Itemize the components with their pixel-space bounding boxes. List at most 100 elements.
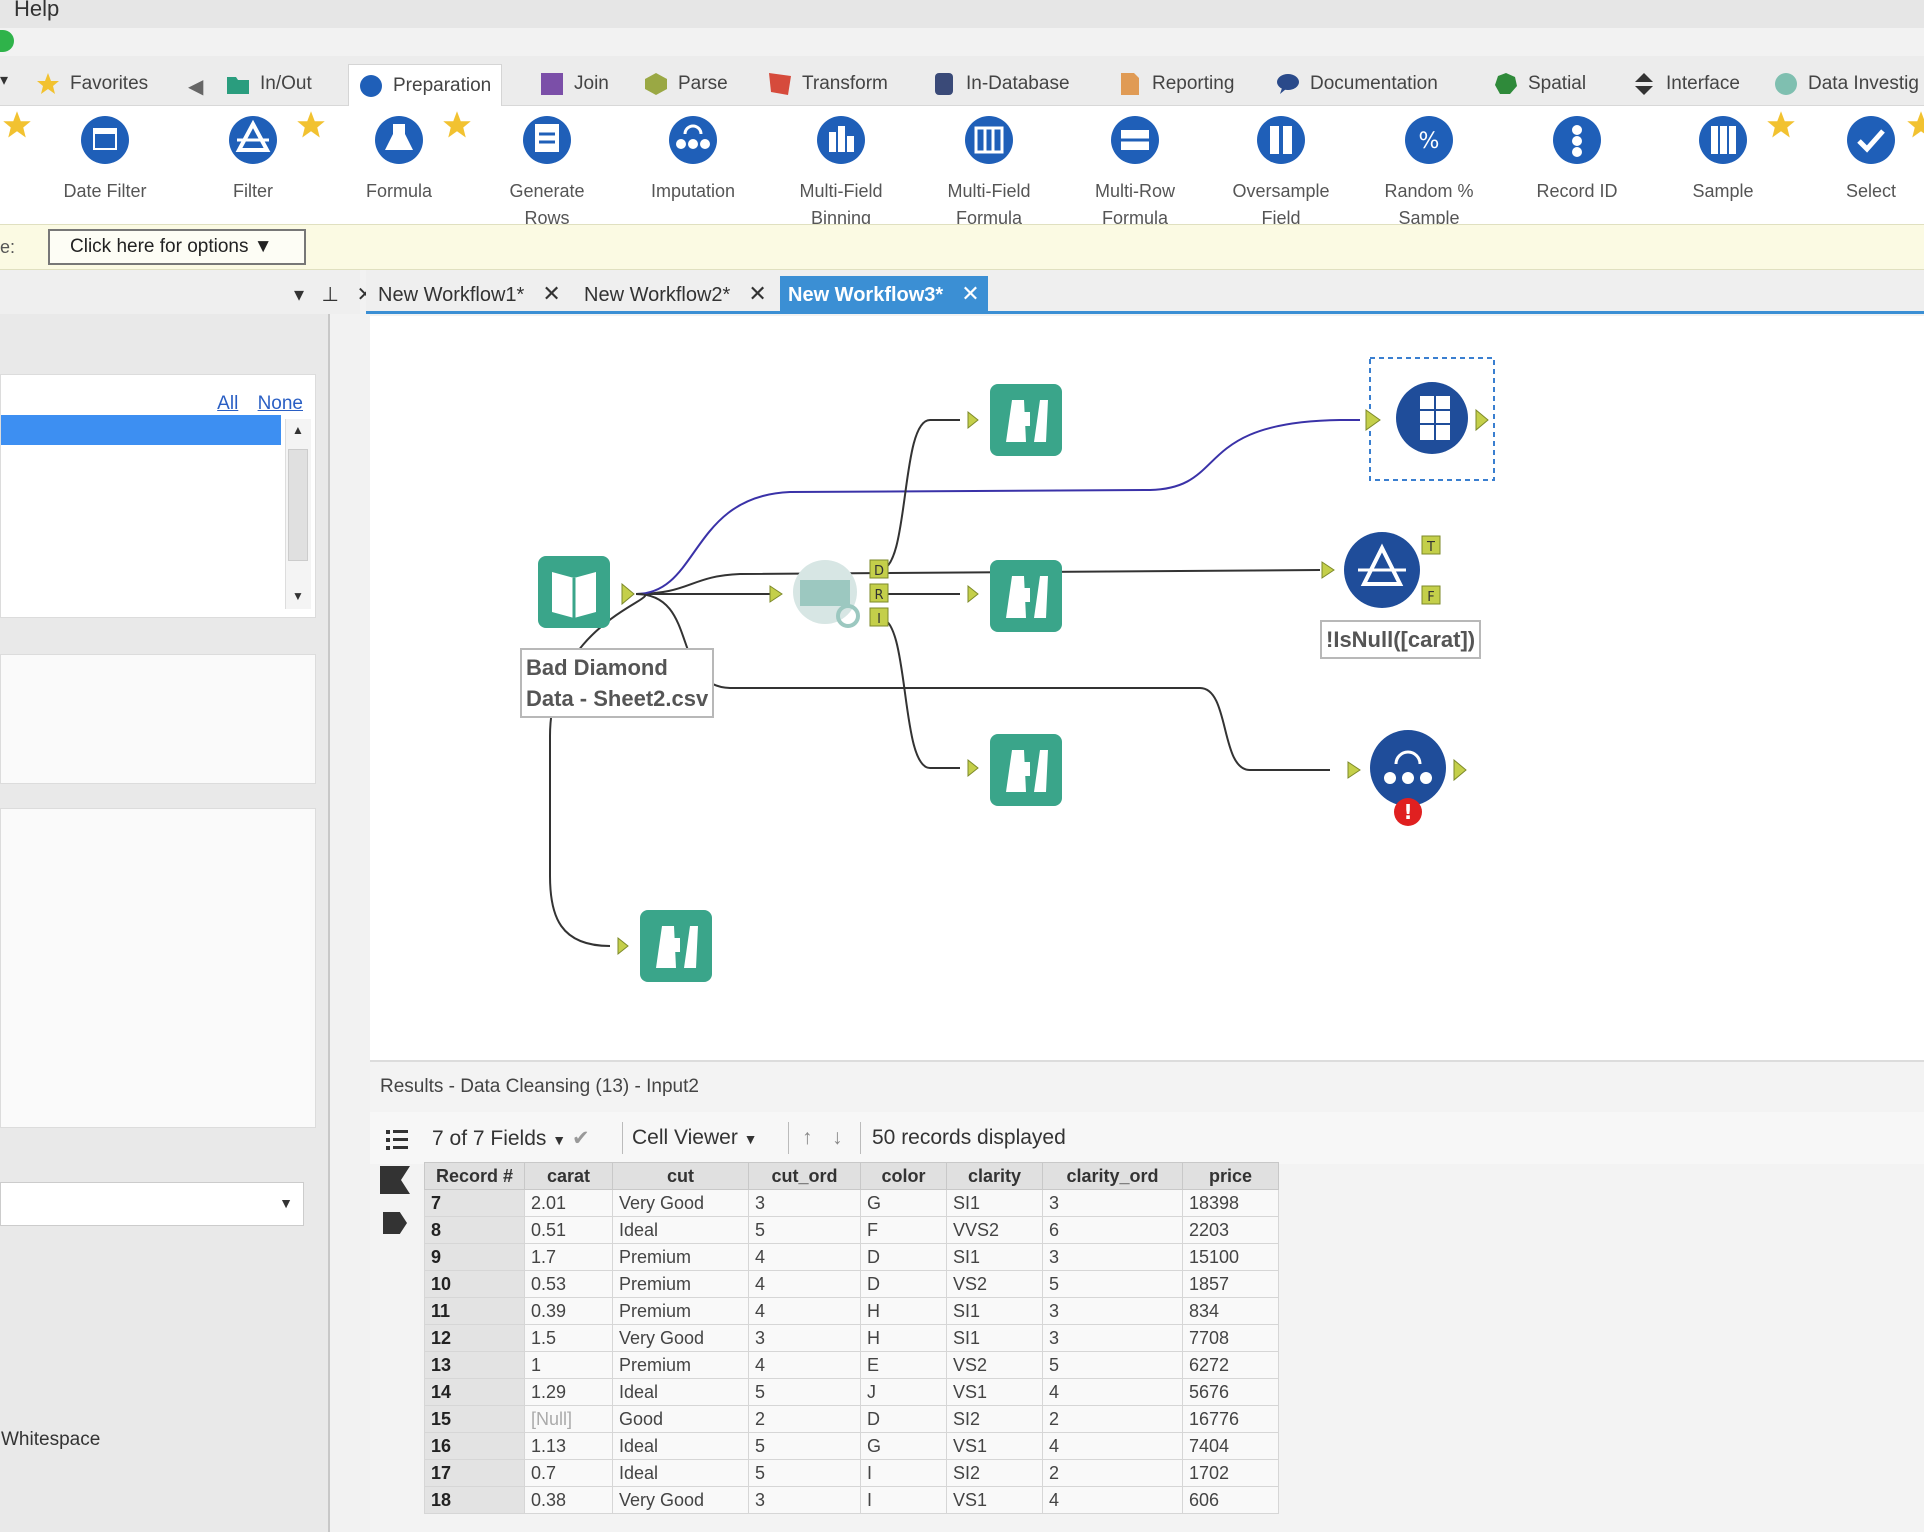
table-cell[interactable]: 1.7 <box>524 1243 613 1271</box>
record-number-cell[interactable]: 18 <box>424 1486 525 1514</box>
tab-new-workflow1[interactable]: New Workflow1* ✕ <box>370 276 569 312</box>
tool-select[interactable]: Select <box>1806 106 1924 205</box>
table-cell[interactable]: G <box>860 1432 947 1460</box>
table-cell[interactable]: D <box>860 1405 947 1433</box>
table-cell[interactable]: 1857 <box>1182 1270 1279 1298</box>
tab-new-workflow3[interactable]: New Workflow3* ✕ <box>780 276 988 312</box>
tab-transform[interactable]: Transform <box>758 64 898 104</box>
list-icon[interactable] <box>384 1124 410 1152</box>
table-row[interactable]: 14 1.29 Ideal 5 J VS1 4 5676 <box>424 1378 1279 1406</box>
record-number-cell[interactable]: 14 <box>424 1378 525 1406</box>
table-cell[interactable]: Premium <box>612 1243 749 1271</box>
table-cell[interactable]: 834 <box>1182 1297 1279 1325</box>
table-cell[interactable]: 606 <box>1182 1486 1279 1514</box>
column-header[interactable]: carat <box>524 1162 613 1190</box>
table-cell[interactable]: 4 <box>1042 1432 1183 1460</box>
table-cell[interactable]: 18398 <box>1182 1189 1279 1217</box>
panel-dropdown[interactable]: ▼ <box>0 1182 304 1226</box>
table-cell[interactable]: VS1 <box>946 1486 1043 1514</box>
table-cell[interactable]: 3 <box>1042 1189 1183 1217</box>
tool-multi-field-binning[interactable]: Multi-Field Binning <box>776 106 906 232</box>
record-number-cell[interactable]: 17 <box>424 1459 525 1487</box>
table-cell[interactable]: H <box>860 1324 947 1352</box>
sort-ascending-icon[interactable]: ↑ <box>802 1126 813 1150</box>
tool-random-sample[interactable]: % Random % Sample <box>1364 106 1494 232</box>
table-row[interactable]: 15 [Null] Good 2 D SI2 2 16776 <box>424 1405 1279 1433</box>
tab-in-out[interactable]: In/Out <box>216 64 322 104</box>
table-cell[interactable]: SI2 <box>946 1459 1043 1487</box>
run-icon[interactable] <box>0 30 14 52</box>
column-header[interactable]: Record # <box>424 1162 525 1190</box>
tab-parse[interactable]: Parse <box>634 64 738 104</box>
table-cell[interactable]: Ideal <box>612 1432 749 1460</box>
table-cell[interactable]: 4 <box>748 1351 861 1379</box>
table-cell[interactable]: Ideal <box>612 1216 749 1244</box>
table-cell[interactable]: 7708 <box>1182 1324 1279 1352</box>
table-cell[interactable]: D <box>860 1243 947 1271</box>
table-cell[interactable]: 4 <box>1042 1486 1183 1514</box>
tab-favorites[interactable]: Favorites <box>26 64 158 104</box>
tool-formula[interactable]: Formula <box>334 106 464 205</box>
column-header[interactable]: clarity_ord <box>1042 1162 1183 1190</box>
table-cell[interactable]: 15100 <box>1182 1243 1279 1271</box>
table-cell[interactable]: 0.53 <box>524 1270 613 1298</box>
table-cell[interactable]: 2 <box>1042 1459 1183 1487</box>
table-cell[interactable]: 6 <box>1042 1216 1183 1244</box>
tool-multi-field-formula[interactable]: Multi-Field Formula <box>924 106 1054 232</box>
table-cell[interactable]: 3 <box>748 1189 861 1217</box>
tab-documentation[interactable]: Documentation <box>1266 64 1448 104</box>
table-cell[interactable]: VVS2 <box>946 1216 1043 1244</box>
table-row[interactable]: 7 2.01 Very Good 3 G SI1 3 18398 <box>424 1189 1279 1217</box>
table-cell[interactable]: 1.13 <box>524 1432 613 1460</box>
table-cell[interactable]: Very Good <box>612 1189 749 1217</box>
table-cell[interactable]: 4 <box>748 1297 861 1325</box>
whitespace-option[interactable]: Whitespace <box>1 1429 100 1451</box>
table-cell[interactable]: 0.39 <box>524 1297 613 1325</box>
table-cell[interactable]: VS2 <box>946 1270 1043 1298</box>
table-cell[interactable]: [Null] <box>524 1405 613 1433</box>
favorite-star-icon[interactable] <box>2 110 32 140</box>
table-cell[interactable]: Good <box>612 1405 749 1433</box>
table-cell[interactable]: H <box>860 1297 947 1325</box>
tab-in-database[interactable]: In-Database <box>922 64 1080 104</box>
table-cell[interactable]: 1702 <box>1182 1459 1279 1487</box>
filter-tool[interactable]: T F <box>1321 532 1441 608</box>
table-row[interactable]: 13 1 Premium 4 E VS2 5 6272 <box>424 1351 1279 1379</box>
tool-oversample-field[interactable]: Oversample Field <box>1216 106 1346 232</box>
browse-tool[interactable] <box>617 910 712 982</box>
tab-preparation[interactable]: Preparation <box>348 64 503 106</box>
record-number-cell[interactable]: 13 <box>424 1351 525 1379</box>
table-cell[interactable]: I <box>860 1486 947 1514</box>
tab-interface[interactable]: Interface <box>1622 64 1750 104</box>
table-row[interactable]: 12 1.5 Very Good 3 H SI1 3 7708 <box>424 1324 1279 1352</box>
table-cell[interactable]: Premium <box>612 1270 749 1298</box>
table-cell[interactable]: SI1 <box>946 1243 1043 1271</box>
scroll-thumb[interactable] <box>288 449 308 561</box>
table-cell[interactable]: SI2 <box>946 1405 1043 1433</box>
table-cell[interactable]: 5 <box>748 1432 861 1460</box>
tab-data-investigation[interactable]: Data Investig <box>1764 64 1924 104</box>
table-row[interactable]: 17 0.7 Ideal 5 I SI2 2 1702 <box>424 1459 1279 1487</box>
table-cell[interactable]: 6272 <box>1182 1351 1279 1379</box>
table-cell[interactable]: 5 <box>748 1459 861 1487</box>
record-number-cell[interactable]: 15 <box>424 1405 525 1433</box>
record-number-cell[interactable]: 9 <box>424 1243 525 1271</box>
table-cell[interactable]: G <box>860 1189 947 1217</box>
table-row[interactable]: 9 1.7 Premium 4 D SI1 3 15100 <box>424 1243 1279 1271</box>
table-cell[interactable]: 2.01 <box>524 1189 613 1217</box>
record-number-cell[interactable]: 12 <box>424 1324 525 1352</box>
table-cell[interactable]: J <box>860 1378 947 1406</box>
cell-viewer-selector[interactable]: Cell Viewer ▼ <box>632 1126 758 1150</box>
table-cell[interactable]: 5 <box>1042 1270 1183 1298</box>
scroll-down-icon[interactable]: ▼ <box>292 589 304 603</box>
table-cell[interactable]: Very Good <box>612 1324 749 1352</box>
tool-multi-row-formula[interactable]: Multi-Row Formula <box>1070 106 1200 232</box>
table-cell[interactable]: VS1 <box>946 1432 1043 1460</box>
table-row[interactable]: 18 0.38 Very Good 3 I VS1 4 606 <box>424 1486 1279 1514</box>
table-cell[interactable]: SI1 <box>946 1297 1043 1325</box>
table-cell[interactable]: Premium <box>612 1351 749 1379</box>
browse-tool[interactable] <box>967 384 1062 456</box>
table-cell[interactable]: 4 <box>748 1270 861 1298</box>
tool-date-filter[interactable]: Date Filter <box>40 106 170 205</box>
tag-icon[interactable] <box>383 1212 407 1234</box>
